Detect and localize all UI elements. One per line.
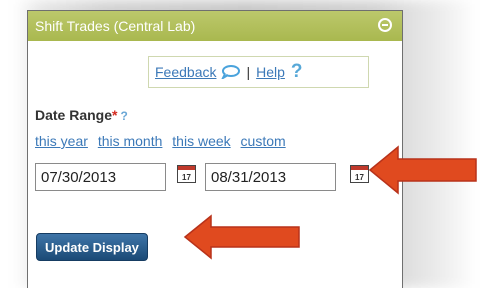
start-date-field[interactable] — [35, 163, 166, 191]
preset-custom[interactable]: custom — [241, 133, 286, 149]
date-range-label-text: Date Range — [35, 107, 113, 123]
separator: | — [246, 64, 251, 80]
panel-header: Shift Trades (Central Lab) — [28, 11, 402, 41]
date-range-label: Date Range*? — [35, 107, 128, 123]
feedback-help-box: Feedback | Help ? — [148, 56, 369, 88]
feedback-link[interactable]: Feedback — [155, 64, 216, 80]
panel-title: Shift Trades (Central Lab) — [35, 18, 196, 34]
date-range-help-icon[interactable]: ? — [120, 109, 127, 123]
end-calendar-icon[interactable]: 17 — [350, 165, 369, 183]
end-date-field[interactable] — [205, 163, 336, 191]
update-display-button[interactable]: Update Display — [36, 233, 148, 261]
preset-this-year[interactable]: this year — [35, 133, 88, 149]
preset-this-week[interactable]: this week — [172, 133, 230, 149]
date-presets: this year this month this week custom — [35, 133, 292, 149]
start-calendar-icon[interactable]: 17 — [177, 165, 196, 183]
arrow-icon — [368, 145, 477, 195]
preset-this-month[interactable]: this month — [98, 133, 163, 149]
arrow-icon — [183, 214, 300, 260]
required-mark: * — [112, 107, 118, 123]
collapse-icon[interactable] — [378, 18, 392, 32]
help-link[interactable]: Help — [256, 64, 285, 80]
feedback-bubble-icon[interactable] — [220, 65, 241, 79]
help-icon[interactable]: ? — [291, 61, 303, 83]
